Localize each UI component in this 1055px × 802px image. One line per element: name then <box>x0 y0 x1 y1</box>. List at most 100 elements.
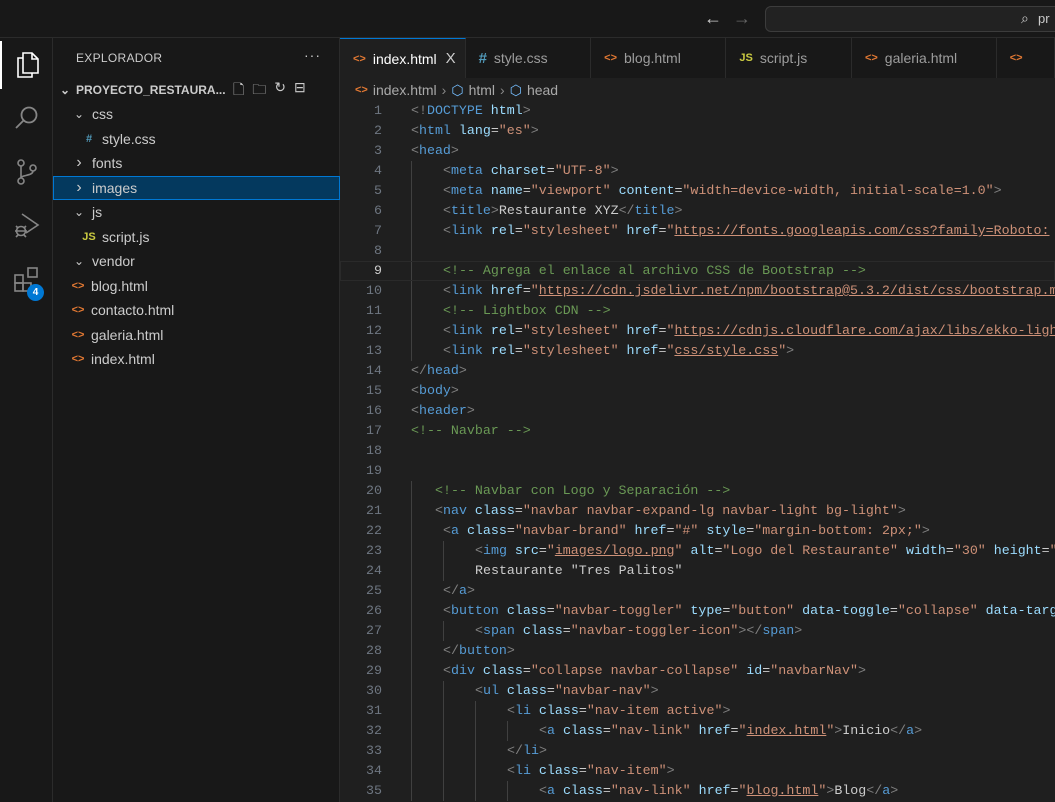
tree-item-script-js[interactable]: JSscript.js <box>53 225 340 250</box>
code-token: Restaurante XYZ <box>499 203 619 218</box>
code-line[interactable]: 21<nav class="navbar navbar-expand-lg na… <box>340 501 1055 521</box>
indent-guide <box>419 281 427 301</box>
new-file-icon[interactable]: 🗋 <box>233 79 244 103</box>
code-line[interactable]: 10<link href="https://cdn.jsdelivr.net/n… <box>340 281 1055 301</box>
code-line[interactable]: 22<a class="navbar-brand" href="#" style… <box>340 521 1055 541</box>
extensions-icon[interactable]: 4 <box>0 256 53 304</box>
forward-arrow-icon[interactable]: → <box>733 8 751 29</box>
indent-guide <box>491 781 499 801</box>
indent-guide <box>435 281 443 301</box>
chevron-down-icon: ⌄ <box>71 254 87 268</box>
tab-more[interactable]: <> <box>997 38 1055 78</box>
code-line[interactable]: 15<body> <box>340 381 1055 401</box>
code-line[interactable]: 29<div class="collapse navbar-collapse" … <box>340 661 1055 681</box>
explorer-icon[interactable] <box>0 41 53 89</box>
tab-style-css[interactable]: #style.css <box>466 38 592 78</box>
code-line[interactable]: 27<span class="navbar-toggler-icon"></sp… <box>340 621 1055 641</box>
line-number: 10 <box>340 281 382 301</box>
code-line[interactable]: 8 <box>340 241 1055 261</box>
code-token: id <box>738 663 762 678</box>
line-number: 16 <box>340 401 382 421</box>
code-line[interactable]: 5<meta name="viewport" content="width=de… <box>340 181 1055 201</box>
back-arrow-icon[interactable]: ← <box>704 8 722 29</box>
code-line[interactable]: 12<link rel="stylesheet" href="https://c… <box>340 321 1055 341</box>
code-line[interactable]: 24Restaurante "Tres Palitos" <box>340 561 1055 581</box>
code-line[interactable]: 14</head> <box>340 361 1055 381</box>
code-token: = <box>515 323 523 338</box>
code-line[interactable]: 17<!-- Navbar --> <box>340 421 1055 441</box>
code-line[interactable]: 13<link rel="stylesheet" href="css/style… <box>340 341 1055 361</box>
code-line[interactable]: 31<li class="nav-item active"> <box>340 701 1055 721</box>
tree-item-vendor[interactable]: ⌄vendor <box>53 249 340 274</box>
tree-item-fonts[interactable]: ›fonts <box>53 151 340 176</box>
indent-guide <box>427 721 435 741</box>
line-number: 8 <box>340 241 382 261</box>
run-debug-icon[interactable] <box>0 201 53 249</box>
more-actions-button[interactable]: ··· <box>304 47 321 63</box>
code-line[interactable]: 3<head> <box>340 141 1055 161</box>
tab-index-html[interactable]: <>index.htmlX <box>340 38 466 78</box>
command-center-search[interactable]: ⌕ pr <box>765 6 1055 32</box>
code-token: = <box>515 223 523 238</box>
code-line[interactable]: 19 <box>340 461 1055 481</box>
code-line[interactable]: 6<title>Restaurante XYZ</title> <box>340 201 1055 221</box>
code-token: "margin-bottom: 2px;" <box>754 523 922 538</box>
tree-item-css[interactable]: ⌄css <box>53 102 340 127</box>
code-token: css/style.css <box>674 343 778 358</box>
code-editor[interactable]: 1<!DOCTYPE html>2<html lang="es">3<head>… <box>340 101 1055 802</box>
code-token: title <box>635 203 675 218</box>
indent-guide <box>435 701 443 721</box>
new-folder-icon[interactable]: 🗀 <box>252 79 266 103</box>
collapse-all-icon[interactable]: ⊟ <box>294 79 306 103</box>
tree-item-index-html[interactable]: <>index.html <box>53 347 340 372</box>
code-line[interactable]: 34<li class="nav-item"> <box>340 761 1055 781</box>
tree-item-contacto-html[interactable]: <>contacto.html <box>53 298 340 323</box>
search-icon[interactable] <box>0 94 53 142</box>
code-line[interactable]: 30<ul class="navbar-nav"> <box>340 681 1055 701</box>
code-line[interactable]: 1<!DOCTYPE html> <box>340 101 1055 121</box>
code-line[interactable]: 4<meta charset="UTF-8"> <box>340 161 1055 181</box>
code-token: = <box>491 123 499 138</box>
indent-guide <box>467 781 475 801</box>
indent-guide <box>427 521 435 541</box>
code-line[interactable]: 23<img src="images/logo.png" alt="Logo d… <box>340 541 1055 561</box>
tab-label: galeria.html <box>885 50 957 66</box>
code-token: = <box>539 543 547 558</box>
code-token: https://cdn.jsdelivr.net/npm/bootstrap@5… <box>539 283 1055 298</box>
code-line[interactable]: 20<!-- Navbar con Logo y Separación --> <box>340 481 1055 501</box>
code-line[interactable]: 32<a class="nav-link" href="index.html">… <box>340 721 1055 741</box>
element-icon: ⬡ <box>451 82 463 99</box>
code-line[interactable]: 26<button class="navbar-toggler" type="b… <box>340 601 1055 621</box>
code-line[interactable]: 11<!-- Lightbox CDN --> <box>340 301 1055 321</box>
code-line[interactable]: 7<link rel="stylesheet" href="https://fo… <box>340 221 1055 241</box>
code-line[interactable]: 9<!-- Agrega el enlace al archivo CSS de… <box>340 261 1055 281</box>
breadcrumb-html[interactable]: html <box>469 82 495 98</box>
code-line[interactable]: 33</li> <box>340 741 1055 761</box>
breadcrumb-head[interactable]: head <box>527 82 558 98</box>
indent-guide <box>411 201 419 221</box>
tree-item-images[interactable]: ›images <box>53 176 340 201</box>
code-line[interactable]: 18 <box>340 441 1055 461</box>
tab-blog-html[interactable]: <>blog.html <box>591 38 726 78</box>
code-line[interactable]: 28</button> <box>340 641 1055 661</box>
tree-item-blog-html[interactable]: <>blog.html <box>53 274 340 299</box>
refresh-icon[interactable]: ↻ <box>274 79 286 103</box>
project-folder-header[interactable]: ⌄ PROYECTO_RESTAURA... 🗋 🗀 ↻ ⊟ <box>53 79 340 101</box>
code-line[interactable]: 16<header> <box>340 401 1055 421</box>
tree-item-js[interactable]: ⌄js <box>53 200 340 225</box>
tab-script-js[interactable]: JSscript.js <box>726 38 852 78</box>
tree-item-galeria-html[interactable]: <>galeria.html <box>53 323 340 348</box>
code-line[interactable]: 35<a class="nav-link" href="blog.html">B… <box>340 781 1055 801</box>
breadcrumb-file[interactable]: index.html <box>373 82 437 98</box>
source-control-icon[interactable] <box>0 148 53 196</box>
close-icon[interactable]: X <box>446 50 456 67</box>
indent-guide <box>435 301 443 321</box>
code-line[interactable]: 25</a> <box>340 581 1055 601</box>
tab-galeria-html[interactable]: <>galeria.html <box>852 38 997 78</box>
code-token: a <box>906 723 914 738</box>
indent-guide <box>443 781 451 801</box>
code-line[interactable]: 2<html lang="es"> <box>340 121 1055 141</box>
tree-item-style-css[interactable]: #style.css <box>53 127 340 152</box>
indent-guide <box>435 241 443 261</box>
indent-guide <box>435 201 443 221</box>
